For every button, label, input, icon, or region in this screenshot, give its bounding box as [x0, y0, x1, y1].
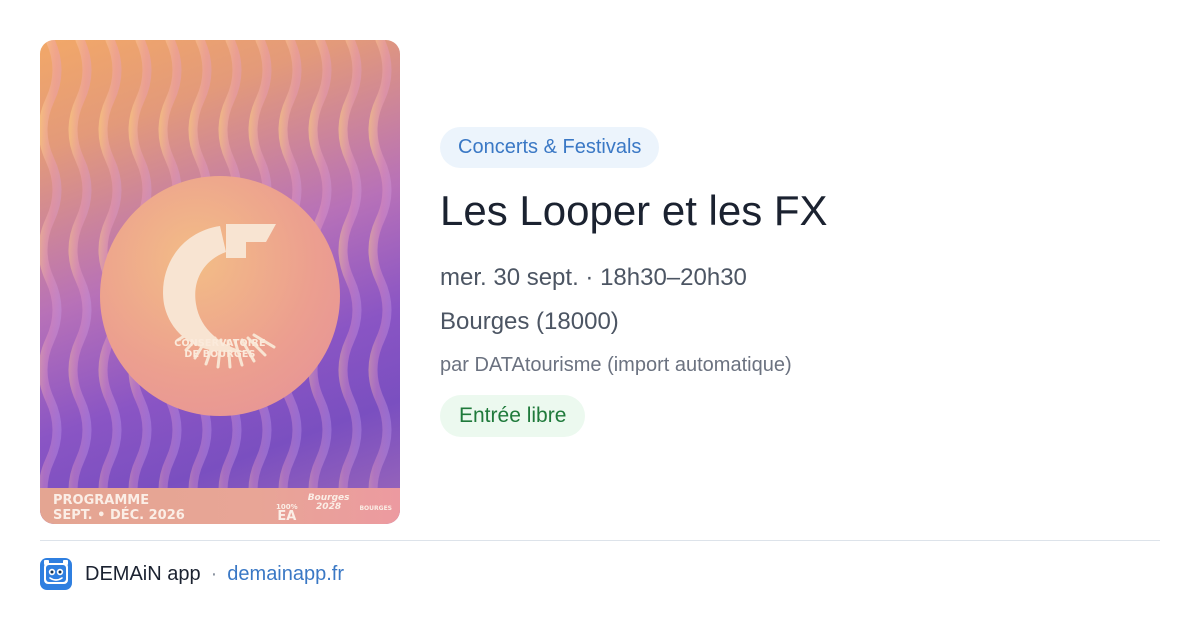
poster-footer-band: PROGRAMME SEPT. • DÉC. 2026 100% EA Bour… — [40, 488, 400, 524]
event-poster-image[interactable]: CONSERVATOIRE DE BOURGES PROGRAMME SEPT.… — [40, 40, 400, 524]
event-source: par DATAtourisme (import automatique) — [440, 354, 792, 376]
app-name: DEMAiN app — [85, 562, 201, 585]
price-badge: Entrée libre — [440, 395, 586, 437]
conservatoire-logo: CONSERVATOIRE DE BOURGES — [100, 176, 340, 416]
ea-logo-letters: EA — [277, 509, 297, 524]
poster-programme-text: PROGRAMME SEPT. • DÉC. 2026 — [53, 493, 185, 523]
app-footer[interactable]: DEMAiN app · demainapp.fr — [40, 558, 344, 590]
event-title: Les Looper et les FX — [440, 187, 828, 234]
conservatoire-c-mark-icon — [163, 224, 276, 369]
partner-logos: 100% EA Bourges 2028 BOURGES — [276, 494, 392, 524]
ville-bourges-logo: BOURGES — [359, 505, 392, 512]
event-share-card: CONSERVATOIRE DE BOURGES PROGRAMME SEPT.… — [0, 0, 1200, 630]
ea-logo: 100% EA — [276, 494, 298, 524]
footer-divider — [40, 540, 1160, 541]
demain-app-icon — [40, 558, 72, 590]
bourges-2028-logo: Bourges 2028 — [307, 493, 350, 512]
event-location: Bourges (18000) — [440, 308, 619, 335]
category-tag[interactable]: Concerts & Festivals — [440, 127, 660, 168]
conservatoire-name: CONSERVATOIRE DE BOURGES — [174, 338, 266, 360]
event-datetime: mer. 30 sept. · 18h30–20h30 — [440, 264, 747, 291]
app-url-link[interactable]: demainapp.fr — [227, 563, 344, 586]
footer-separator: · — [210, 562, 218, 585]
